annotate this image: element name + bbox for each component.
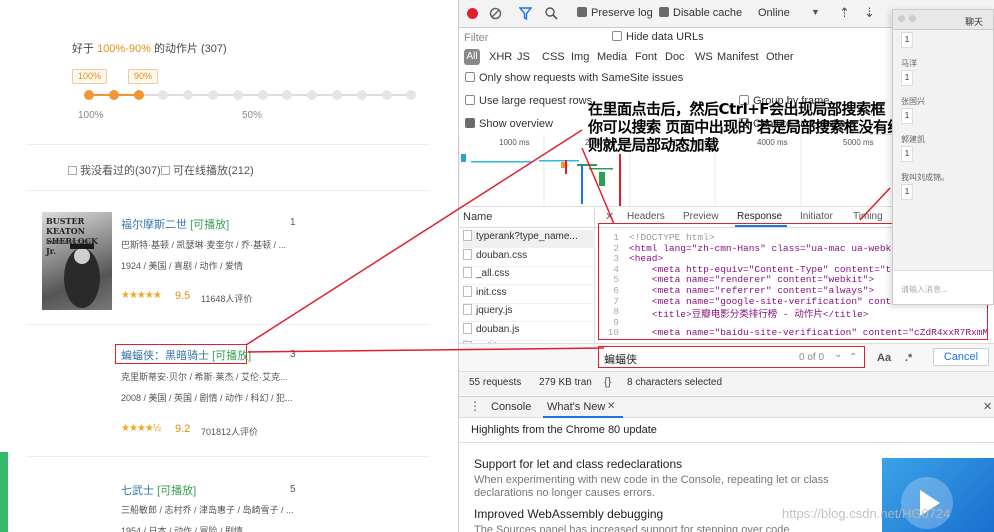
chat-panel: 聊天 1 马洋 1 张国兴 1 郭建凯 1 我叫刘成锦。 1 请输入消息...	[892, 9, 994, 305]
chat-message: 1	[901, 184, 913, 200]
watermark: https://blog.csdn.net/HG0724	[782, 506, 951, 521]
chat-message: 1	[901, 146, 913, 162]
chat-message: 1	[901, 32, 913, 48]
chat-message: 1	[901, 108, 913, 124]
chat-sender: 马洋	[901, 59, 917, 68]
annotation-arrows	[245, 129, 891, 353]
annotation-line: 在里面点击后，然后Ctrl+F会出现局部搜索框	[588, 100, 886, 118]
chat-sender: 我叫刘成锦。	[901, 173, 949, 182]
chat-sender: 张国兴	[901, 97, 925, 106]
chat-sender: 郭建凯	[901, 135, 925, 144]
annotation-line: 你可以搜索 页面中出现的 若是局部搜索框没有结果	[588, 118, 917, 136]
chat-title: 聊天	[965, 17, 984, 27]
window-minimize-icon[interactable]	[909, 15, 916, 22]
annotation-note: 在里面点击后，然后Ctrl+F会出现局部搜索框 你可以搜索 页面中出现的 若是局…	[588, 100, 917, 154]
annotation-line: 则就是局部动态加载	[588, 136, 719, 154]
chat-input-placeholder: 请输入消息...	[901, 285, 948, 294]
chat-message: 1	[901, 70, 913, 86]
window-close-icon[interactable]	[898, 15, 905, 22]
